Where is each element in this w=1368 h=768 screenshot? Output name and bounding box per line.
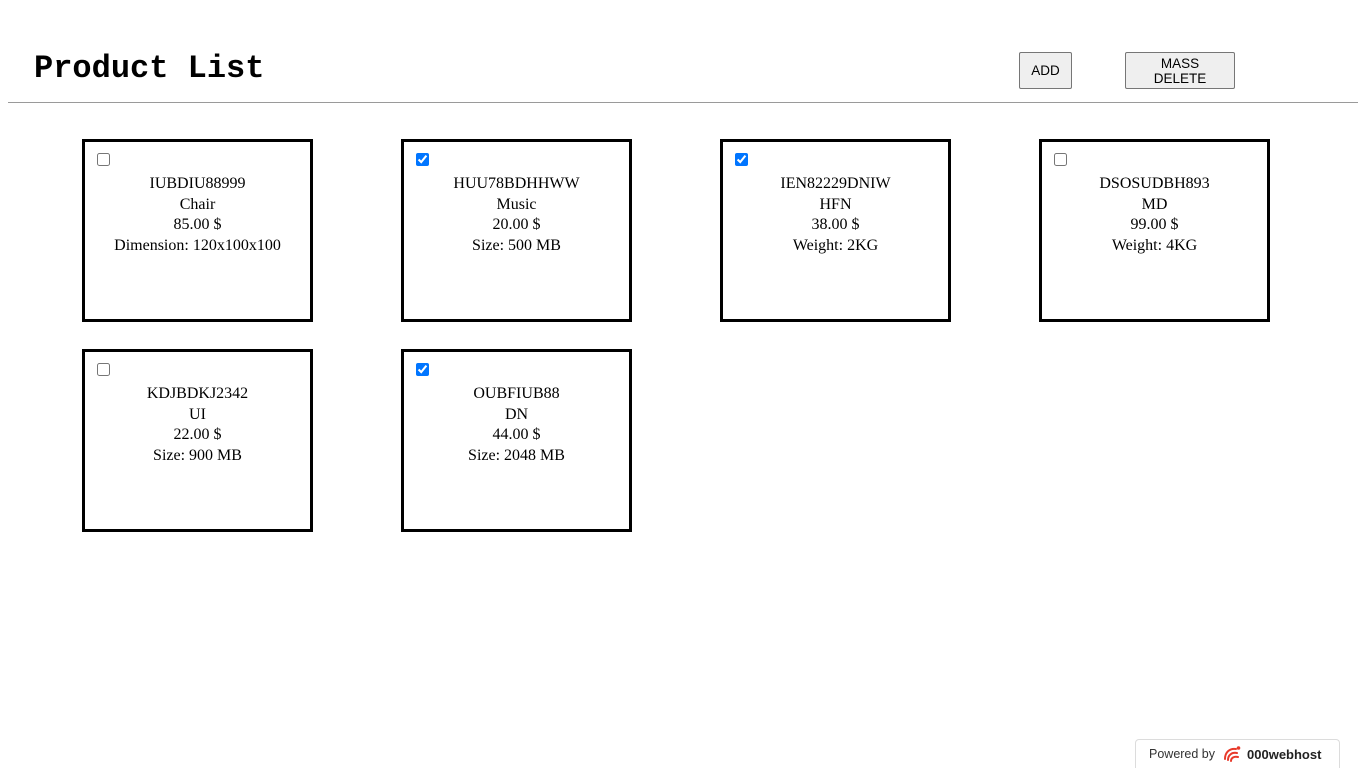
delete-checkbox[interactable] — [416, 153, 429, 166]
product-attribute: Size: 2048 MB — [468, 447, 565, 465]
product-attribute: Size: 500 MB — [472, 237, 561, 255]
product-card: IUBDIU88999 Chair 85.00 $ Dimension: 120… — [82, 139, 313, 322]
product-sku: OUBFIUB88 — [473, 385, 560, 402]
add-button[interactable]: ADD — [1019, 52, 1072, 89]
powered-by-label: Powered by — [1149, 747, 1216, 761]
product-price: 99.00 $ — [1130, 216, 1179, 234]
delete-checkbox[interactable] — [416, 363, 429, 376]
product-sku: IEN82229DNIW — [780, 175, 891, 192]
product-attribute: Dimension: 120x100x100 — [114, 237, 281, 255]
product-price: 20.00 $ — [492, 216, 541, 234]
product-card: KDJBDKJ2342 UI 22.00 $ Size: 900 MB — [82, 349, 313, 532]
delete-checkbox[interactable] — [1054, 153, 1067, 166]
product-sku: DSOSUDBH893 — [1099, 175, 1210, 192]
product-name: MD — [1141, 195, 1168, 213]
product-card: HUU78BDHHWW Music 20.00 $ Size: 500 MB — [401, 139, 632, 322]
delete-checkbox[interactable] — [97, 153, 110, 166]
product-attribute: Size: 900 MB — [153, 447, 242, 465]
product-name: Chair — [179, 195, 216, 213]
brand-name: 000webhost — [1247, 746, 1322, 762]
product-attribute: Weight: 4KG — [1111, 237, 1198, 255]
product-sku: KDJBDKJ2342 — [146, 385, 249, 402]
delete-checkbox[interactable] — [735, 153, 748, 166]
product-name: DN — [504, 405, 529, 423]
product-price: 22.00 $ — [173, 426, 222, 444]
powered-by-badge[interactable]: Powered by 000webhost — [1135, 739, 1340, 768]
product-price: 44.00 $ — [492, 426, 541, 444]
product-name: UI — [189, 405, 206, 423]
000webhost-logo-icon — [1221, 743, 1243, 765]
page-title: Product List — [34, 50, 265, 87]
mass-delete-button[interactable]: MASS DELETE — [1125, 52, 1235, 89]
product-sku: HUU78BDHHWW — [453, 175, 580, 192]
product-card: OUBFIUB88 DN 44.00 $ Size: 2048 MB — [401, 349, 632, 532]
product-card: IEN82229DNIW HFN 38.00 $ Weight: 2KG — [720, 139, 951, 322]
delete-checkbox[interactable] — [97, 363, 110, 376]
product-name: HFN — [819, 195, 852, 213]
product-attribute: Weight: 2KG — [792, 237, 879, 255]
header-divider — [8, 102, 1358, 103]
product-name: Music — [496, 195, 537, 213]
product-card: DSOSUDBH893 MD 99.00 $ Weight: 4KG — [1039, 139, 1270, 322]
product-sku: IUBDIU88999 — [149, 175, 246, 192]
product-price: 38.00 $ — [811, 216, 860, 234]
product-price: 85.00 $ — [173, 216, 222, 234]
